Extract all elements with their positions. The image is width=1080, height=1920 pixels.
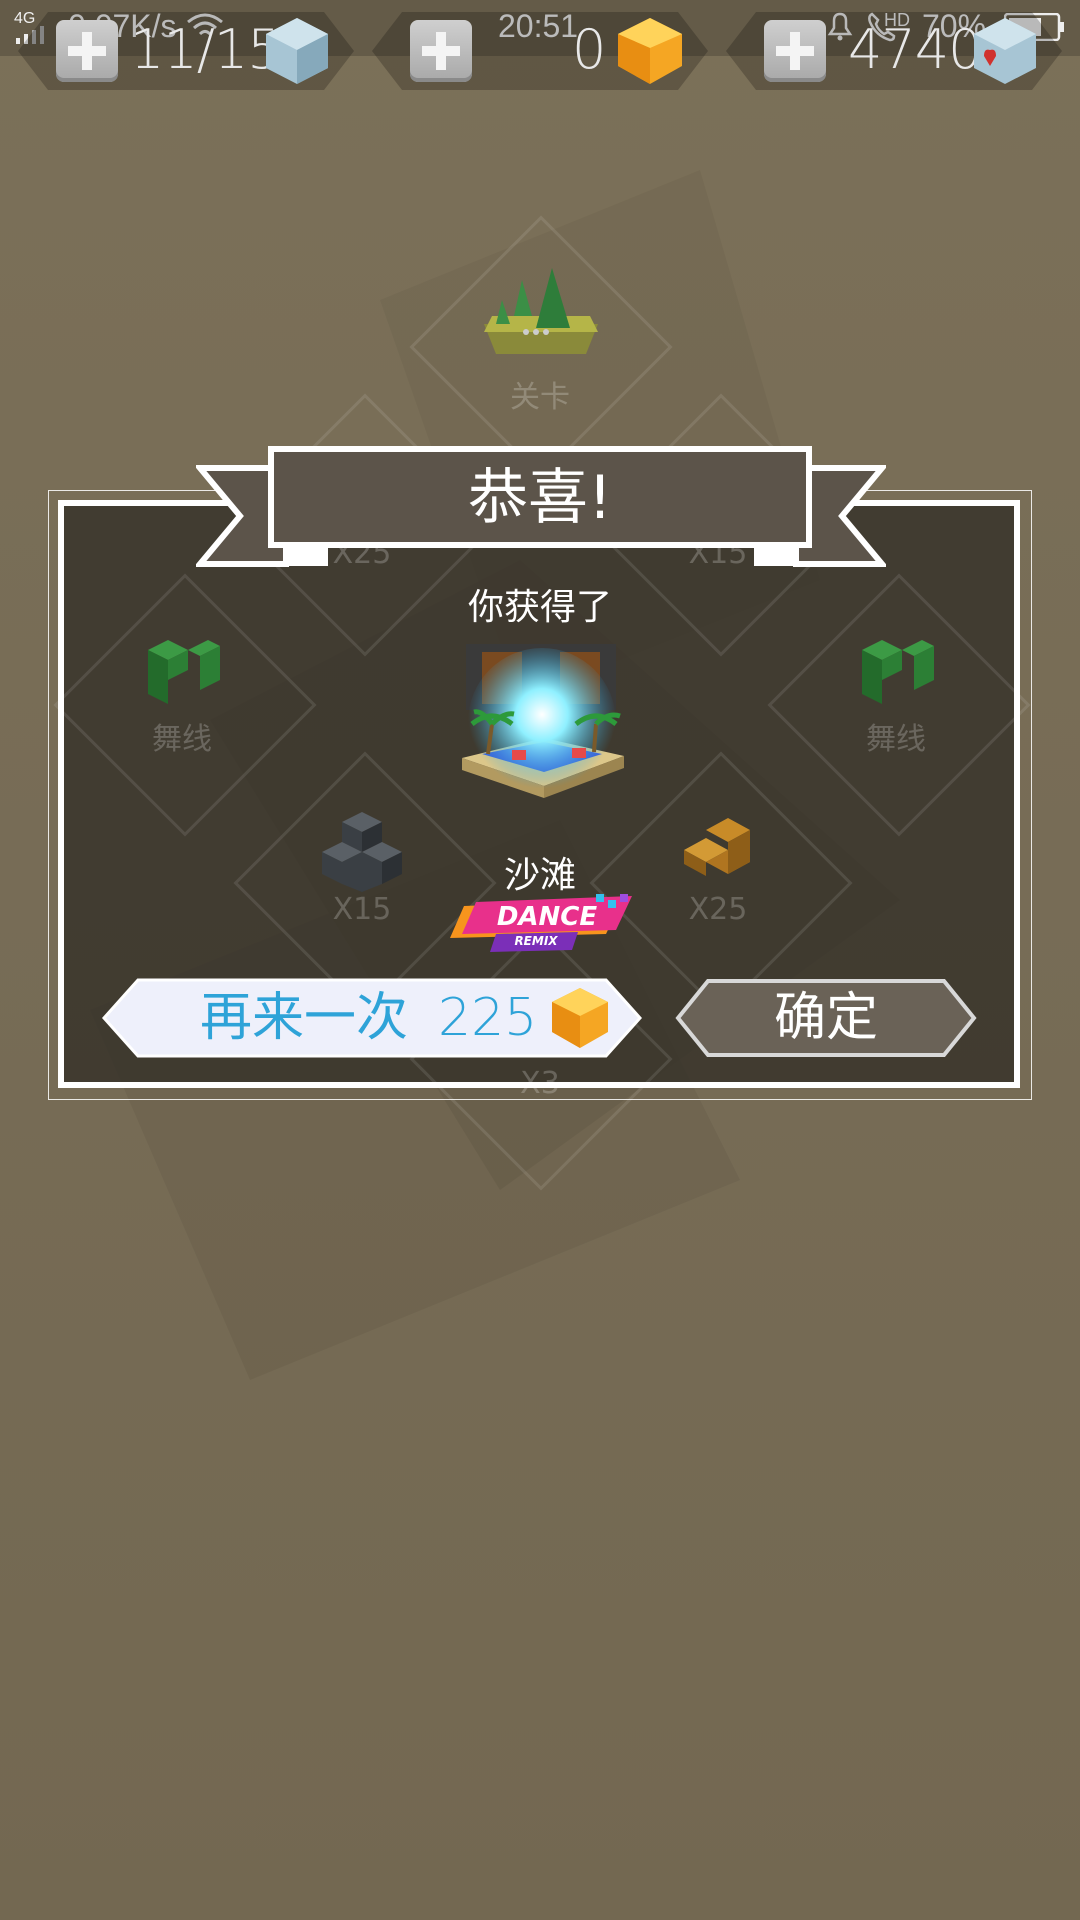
gems-bar: 0	[372, 12, 708, 90]
green-line-icon	[858, 630, 938, 714]
energy-value: 11/15	[130, 18, 282, 81]
dance-remix-badge: DANCE REMIX	[446, 894, 636, 954]
badge-text: DANCE	[496, 902, 598, 932]
reward-subtitle: 你获得了	[467, 587, 612, 628]
add-cubes-button[interactable]	[764, 20, 826, 82]
add-energy-button[interactable]	[56, 20, 118, 82]
retry-button[interactable]: 再来一次 225	[102, 978, 642, 1058]
cubes-bar: 4740	[726, 12, 1062, 90]
beach-reward-icon	[452, 638, 630, 812]
add-gems-button[interactable]	[410, 20, 472, 82]
forest-level-icon	[478, 262, 602, 366]
node-label: 舞线	[866, 722, 926, 757]
confirm-button[interactable]: 确定	[674, 978, 978, 1058]
green-line-icon	[144, 630, 224, 714]
retry-cost: 225	[438, 988, 538, 1048]
reward-name: 沙滩	[503, 855, 576, 896]
confirm-label: 确定	[773, 988, 878, 1048]
retry-label: 再来一次	[200, 988, 409, 1048]
badge-sub-text: REMIX	[514, 934, 558, 948]
node-label: 舞线	[152, 722, 212, 757]
level-node-label: 关卡	[510, 380, 570, 415]
gems-value: 0	[572, 18, 606, 81]
energy-bar: 11/15	[18, 12, 354, 90]
dialog-title: 恭喜!	[268, 446, 812, 548]
gem-icon	[548, 986, 612, 1054]
cubes-value: 4740	[848, 18, 982, 81]
node-label: X3	[520, 1066, 560, 1101]
